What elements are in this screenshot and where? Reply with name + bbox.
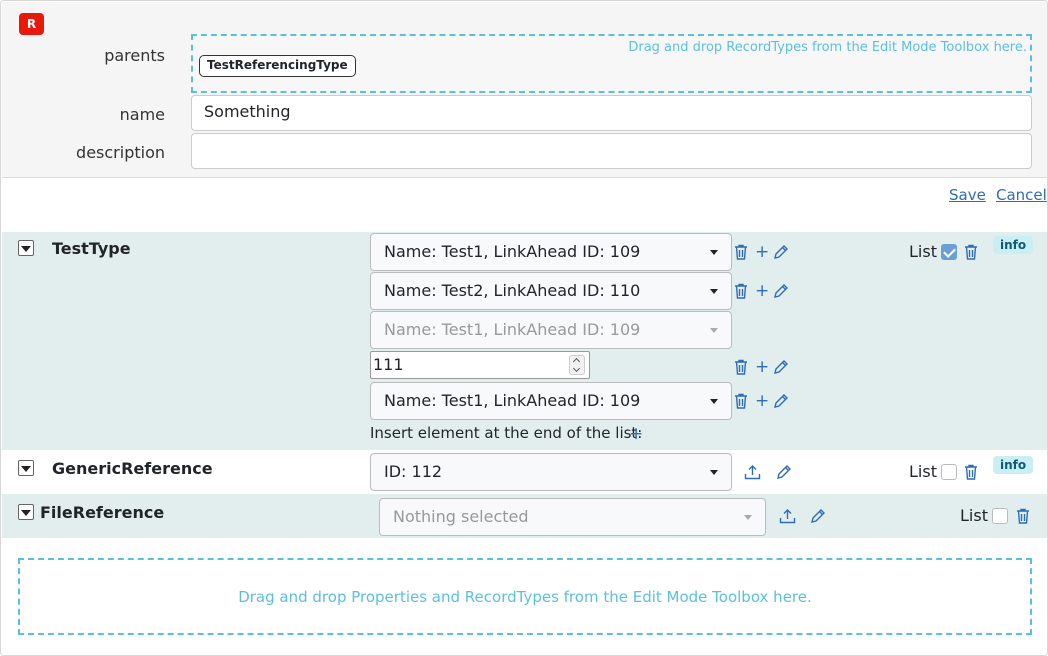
list-label: List [909, 242, 937, 261]
pencil-icon[interactable] [772, 243, 790, 261]
pencil-icon[interactable] [772, 282, 790, 300]
description-label: description [76, 143, 165, 162]
property-name: GenericReference [52, 459, 213, 478]
reference-select[interactable]: Name: Test1, LinkAhead ID: 109 [370, 382, 732, 420]
upload-icon[interactable] [743, 463, 761, 481]
collapse-toggle-icon[interactable] [18, 460, 34, 476]
name-label: name [119, 105, 165, 124]
parents-dropzone[interactable]: Drag and drop RecordTypes from the Edit … [191, 34, 1032, 93]
pencil-icon[interactable] [772, 358, 790, 376]
insert-element-label: Insert element at the end of the list: [370, 424, 643, 442]
info-badge[interactable]: info [993, 236, 1034, 254]
trash-icon[interactable] [962, 463, 980, 481]
trash-icon[interactable] [1014, 507, 1032, 525]
record-header: R parents Drag and drop RecordTypes from… [2, 2, 1047, 178]
reference-select[interactable]: ID: 112 [370, 453, 732, 491]
list-checkbox[interactable] [992, 508, 1008, 524]
list-checkbox[interactable] [941, 464, 957, 480]
reference-select[interactable]: Name: Test2, LinkAhead ID: 110 [370, 272, 732, 310]
parent-chip[interactable]: TestReferencingType [199, 55, 356, 77]
insert-element-add-icon[interactable]: + [629, 425, 643, 443]
record-editor: R parents Drag and drop RecordTypes from… [0, 0, 1048, 656]
name-input[interactable]: Something [191, 95, 1032, 131]
add-icon[interactable]: + [755, 243, 769, 261]
record-badge: R [19, 13, 44, 35]
trash-icon[interactable] [732, 282, 750, 300]
properties-dropzone[interactable]: Drag and drop Properties and RecordTypes… [18, 558, 1032, 635]
trash-icon[interactable] [962, 243, 980, 261]
file-select[interactable]: Nothing selected [379, 498, 766, 536]
id-number-value: 111 [373, 355, 404, 374]
property-name: TestType [52, 239, 131, 258]
parents-label: parents [104, 46, 165, 65]
trash-icon[interactable] [732, 358, 750, 376]
number-spinner[interactable] [569, 355, 585, 375]
trash-icon[interactable] [732, 243, 750, 261]
reference-select[interactable]: Name: Test1, LinkAhead ID: 109 [370, 233, 732, 271]
upload-icon[interactable] [778, 507, 796, 525]
property-name: FileReference [40, 503, 165, 522]
properties-drop-hint: Drag and drop Properties and RecordTypes… [238, 587, 812, 606]
description-input[interactable] [191, 133, 1032, 169]
add-icon[interactable]: + [755, 358, 769, 376]
parents-drop-hint: Drag and drop RecordTypes from the Edit … [628, 40, 1027, 55]
info-badge[interactable]: info [993, 456, 1034, 474]
collapse-toggle-icon[interactable] [18, 504, 34, 520]
add-icon[interactable]: + [755, 392, 769, 410]
save-link[interactable]: Save [949, 186, 986, 204]
list-checkbox[interactable] [941, 244, 957, 260]
pencil-icon[interactable] [775, 463, 793, 481]
id-number-input[interactable]: 111 [370, 351, 590, 379]
add-icon[interactable]: + [755, 282, 769, 300]
trash-icon[interactable] [732, 392, 750, 410]
reference-select-disabled: Name: Test1, LinkAhead ID: 109 [370, 311, 732, 349]
cancel-link[interactable]: Cancel [996, 186, 1047, 204]
list-label: List [909, 462, 937, 481]
pencil-icon[interactable] [809, 507, 827, 525]
list-label: List [960, 506, 988, 525]
collapse-toggle-icon[interactable] [18, 240, 34, 256]
pencil-icon[interactable] [772, 392, 790, 410]
